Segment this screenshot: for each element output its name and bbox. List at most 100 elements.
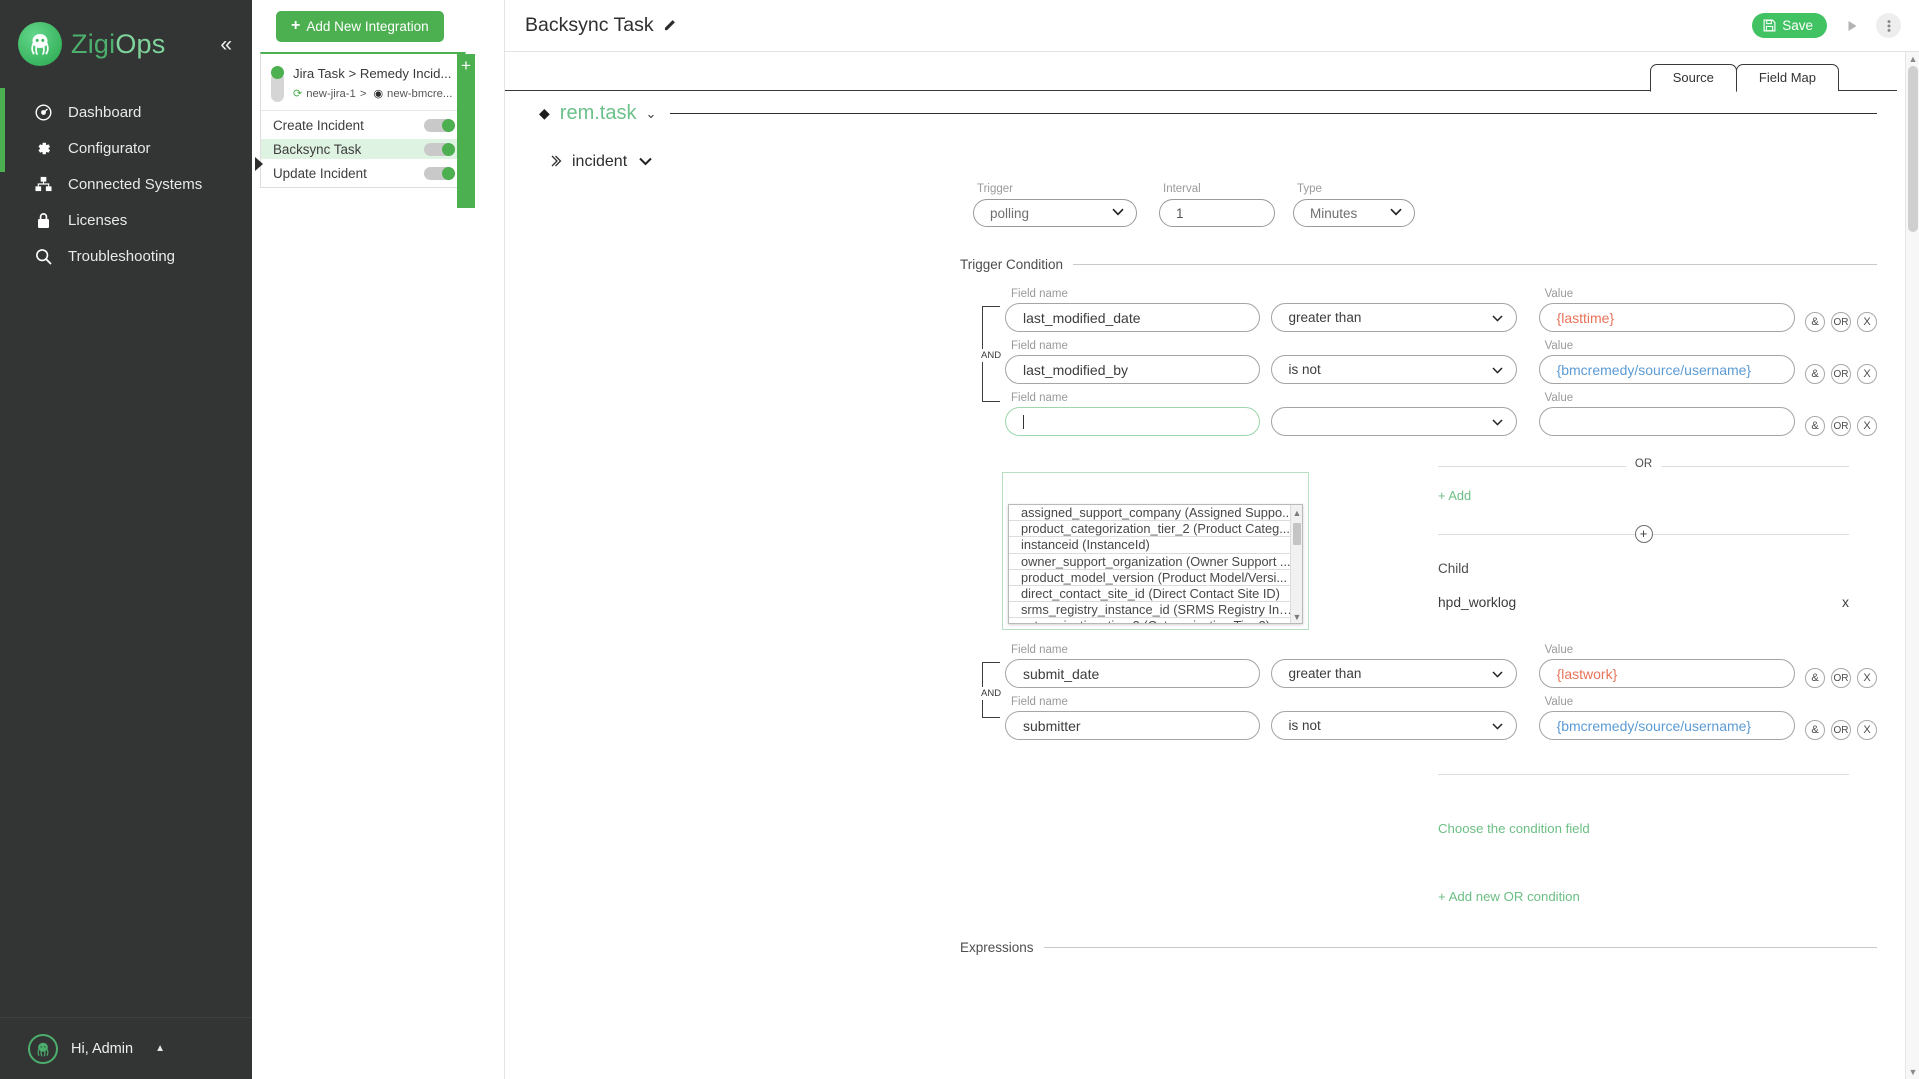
- remove-condition-button[interactable]: X: [1857, 364, 1877, 384]
- run-task-button[interactable]: [1839, 13, 1864, 38]
- plus-icon: +: [291, 17, 300, 35]
- task-row-backsync-task[interactable]: Backsync Task: [261, 139, 465, 159]
- add-and-button[interactable]: &: [1805, 720, 1825, 740]
- child-condition-group: AND Field name submit_date greater than: [960, 644, 1877, 740]
- field-name-dropdown[interactable]: assigned_support_company (Assigned Suppo…: [1008, 504, 1303, 624]
- tab-source[interactable]: Source: [1650, 64, 1737, 92]
- add-condition-link[interactable]: + Add: [1438, 488, 1471, 503]
- sidebar-item-configurator[interactable]: Configurator: [0, 130, 252, 166]
- task-chevron-down-icon[interactable]: ⌄: [645, 106, 656, 122]
- tabs-row: Source Field Map: [505, 61, 1919, 91]
- save-button[interactable]: Save: [1752, 13, 1827, 38]
- sidebar-collapse-icon[interactable]: «: [220, 34, 232, 55]
- add-or-button[interactable]: OR: [1831, 668, 1851, 688]
- add-and-button[interactable]: &: [1805, 312, 1825, 332]
- condition-value-input[interactable]: {bmcremedy/source/username}: [1539, 355, 1795, 384]
- condition-value-input[interactable]: [1539, 407, 1795, 436]
- sidebar-item-troubleshooting[interactable]: Troubleshooting: [0, 238, 252, 274]
- dropdown-option[interactable]: product_categorization_tier_2 (Product C…: [1009, 521, 1303, 537]
- chevron-up-icon[interactable]: ▲: [155, 1043, 165, 1054]
- condition-field-input[interactable]: last_modified_by: [1005, 355, 1260, 384]
- lock-icon: [30, 212, 56, 229]
- chevron-down-icon: [1390, 207, 1402, 219]
- condition-operator-value: greater than: [1289, 310, 1362, 325]
- type-select[interactable]: Minutes: [1293, 199, 1415, 227]
- field-name-label: Field name: [1005, 340, 1260, 352]
- dropdown-option[interactable]: instanceid (InstanceId): [1009, 537, 1303, 553]
- task-row-update-incident[interactable]: Update Incident: [261, 163, 465, 183]
- more-options-button[interactable]: [1876, 13, 1901, 38]
- task-enable-toggle[interactable]: [424, 119, 455, 132]
- integration-card[interactable]: Jira Task > Remedy Incid... ⟳ new-jira-1…: [261, 54, 465, 110]
- trigger-select[interactable]: polling: [973, 199, 1137, 227]
- remove-condition-button[interactable]: X: [1857, 416, 1877, 436]
- dropdown-scroll-thumb[interactable]: [1293, 523, 1301, 545]
- sidebar-item-dashboard[interactable]: Dashboard: [0, 94, 252, 130]
- dropdown-option[interactable]: categorization_tier_3 (Categorization Ti…: [1009, 618, 1303, 624]
- condition-field-input-active[interactable]: [1005, 407, 1260, 436]
- dropdown-option[interactable]: direct_contact_site_id (Direct Contact S…: [1009, 586, 1303, 602]
- scroll-down-icon[interactable]: ▼: [1291, 611, 1303, 623]
- add-group-button[interactable]: +: [1635, 525, 1653, 543]
- interval-input[interactable]: 1: [1159, 199, 1275, 227]
- page-scrollbar[interactable]: ▲ ▼: [1905, 52, 1919, 1079]
- panel-collapse-arrow-icon[interactable]: [255, 157, 263, 171]
- scroll-up-icon[interactable]: ▲: [1906, 54, 1919, 64]
- sidebar-footer[interactable]: Hi, Admin ▲: [0, 1017, 252, 1079]
- sidebar-item-connected-systems[interactable]: Connected Systems: [0, 166, 252, 202]
- brand-name: ZigiOps: [71, 29, 165, 60]
- task-row-create-incident[interactable]: Create Incident: [261, 115, 465, 135]
- condition-field-input[interactable]: last_modified_date: [1005, 303, 1260, 332]
- task-enable-toggle[interactable]: [424, 167, 455, 180]
- add-task-tab-button[interactable]: +: [457, 54, 475, 208]
- save-disk-icon: [1763, 19, 1776, 32]
- and-label: AND: [980, 349, 1002, 362]
- scroll-up-icon[interactable]: ▲: [1291, 507, 1303, 519]
- condition-operator-select[interactable]: is not: [1271, 711, 1518, 740]
- gear-icon: [30, 140, 56, 157]
- dropdown-scrollbar[interactable]: ▲ ▼: [1290, 505, 1302, 624]
- sidebar-item-licenses[interactable]: Licenses: [0, 202, 252, 238]
- remove-child-entity-button[interactable]: x: [1842, 594, 1849, 610]
- remove-condition-button[interactable]: X: [1857, 312, 1877, 332]
- condition-field-input[interactable]: submitter: [1005, 711, 1260, 740]
- condition-operator-select[interactable]: greater than: [1271, 659, 1518, 688]
- add-or-button[interactable]: OR: [1831, 312, 1851, 332]
- condition-operator-select[interactable]: [1271, 407, 1518, 436]
- dropdown-option[interactable]: owner_support_organization (Owner Suppor…: [1009, 554, 1303, 570]
- dropdown-option[interactable]: product_model_version (Product Model/Ver…: [1009, 570, 1303, 586]
- add-and-button[interactable]: &: [1805, 416, 1825, 436]
- add-new-or-condition-link[interactable]: + Add new OR condition: [1438, 889, 1580, 904]
- add-or-button[interactable]: OR: [1831, 364, 1851, 384]
- add-and-button[interactable]: &: [1805, 668, 1825, 688]
- pencil-icon[interactable]: [664, 18, 677, 34]
- page-scroll-thumb[interactable]: [1908, 66, 1918, 232]
- remove-condition-button[interactable]: X: [1857, 720, 1877, 740]
- dropdown-option[interactable]: assigned_support_company (Assigned Suppo…: [1009, 505, 1303, 521]
- condition-operator-select[interactable]: greater than: [1271, 303, 1518, 332]
- condition-operator-select[interactable]: is not: [1271, 355, 1518, 384]
- field-name-label: Field name: [1005, 696, 1260, 708]
- add-or-button[interactable]: OR: [1831, 416, 1851, 436]
- scroll-down-icon[interactable]: ▼: [1906, 1067, 1919, 1077]
- condition-row: Field name Value: [1005, 392, 1877, 436]
- interval-value: 1: [1176, 206, 1184, 221]
- integration-card-panel: + Jira Task > Remedy Incid... ⟳ new-jira…: [260, 52, 466, 188]
- condition-value-input[interactable]: {lastwork}: [1539, 659, 1795, 688]
- trigger-field-group: Trigger polling: [973, 183, 1137, 227]
- condition-value-input[interactable]: {lasttime}: [1539, 303, 1795, 332]
- add-new-integration-button[interactable]: + Add New Integration: [276, 11, 444, 42]
- choose-condition-field-link[interactable]: Choose the condition field: [1438, 821, 1590, 836]
- condition-field-input[interactable]: submit_date: [1005, 659, 1260, 688]
- tab-field-map[interactable]: Field Map: [1736, 64, 1839, 91]
- task-enable-toggle[interactable]: [424, 143, 455, 156]
- condition-row: Field name submitter is not Val: [1005, 696, 1877, 740]
- condition-value-input[interactable]: {bmcremedy/source/username}: [1539, 711, 1795, 740]
- trigger-value: polling: [990, 206, 1029, 221]
- add-and-button[interactable]: &: [1805, 364, 1825, 384]
- dropdown-option[interactable]: srms_registry_instance_id (SRMS Registry…: [1009, 602, 1303, 618]
- remove-condition-button[interactable]: X: [1857, 668, 1877, 688]
- entity-expand-icon[interactable]: [551, 155, 562, 170]
- entity-chevron-down-icon[interactable]: [639, 155, 652, 169]
- add-or-button[interactable]: OR: [1831, 720, 1851, 740]
